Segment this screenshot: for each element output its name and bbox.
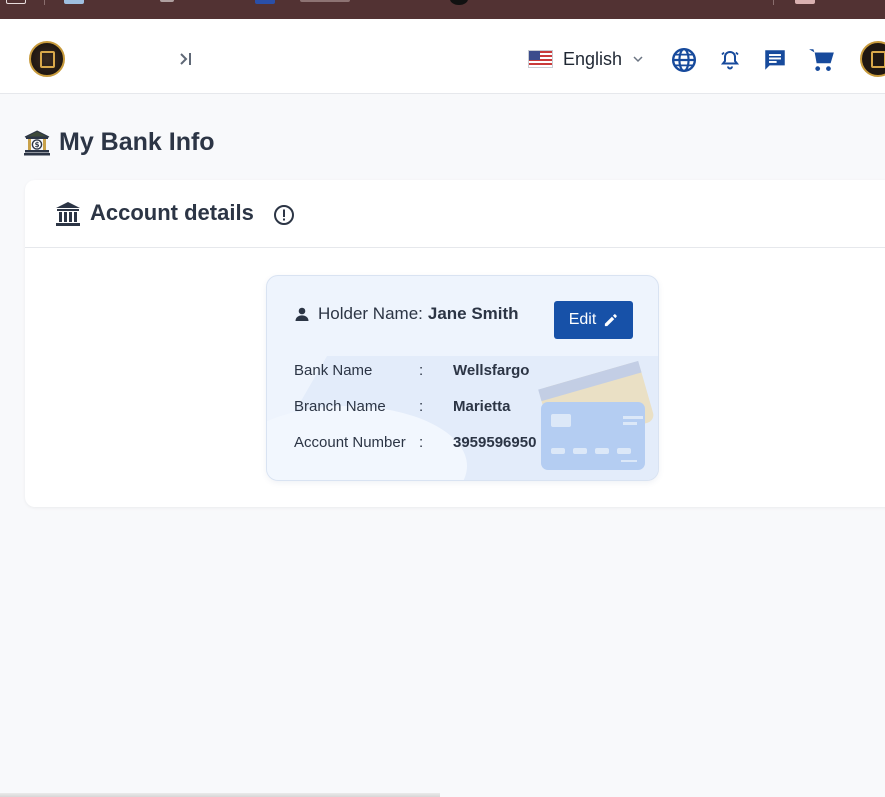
holder-name: Holder Name: Jane Smith [295,304,519,324]
bookmark-favicon[interactable] [64,0,84,4]
bank-building-icon: $ [24,129,50,155]
holder-name-label: Holder Name: [318,304,423,323]
bookmark-favicon[interactable] [160,0,174,2]
bookmark-separator [773,0,774,5]
bookmark-apps-icon[interactable] [6,0,26,4]
bank-info-card: Holder Name: Jane Smith Edit Bank Name :… [266,275,659,481]
panel-title: Account details [90,200,254,225]
bookmark-favicon[interactable] [255,0,275,4]
us-flag-icon [528,50,553,68]
svg-text:$: $ [35,141,40,149]
holder-name-value: Jane Smith [427,304,519,323]
collapse-sidebar-icon[interactable] [177,50,195,68]
avatar[interactable] [860,41,885,77]
globe-icon[interactable] [671,47,697,73]
horizontal-scrollbar[interactable] [0,793,440,797]
user-icon [295,307,309,321]
bookmarks-bar [0,0,885,19]
info-icon[interactable] [273,204,295,226]
credit-card-illustration [538,360,654,470]
bookmark-favicon[interactable] [795,0,815,4]
bookmark-favicon[interactable] [450,0,468,5]
brand-logo[interactable] [29,41,65,77]
account-details-panel: Account details Holder Name: Jane Smith … [25,180,885,507]
cart-icon[interactable] [808,47,836,73]
page-title-text: My Bank Info [59,128,215,156]
bookmark-favicon[interactable] [300,0,350,2]
row-value: Marietta [453,398,511,415]
panel-header: Account details [25,180,885,248]
pencil-icon [605,313,618,326]
edit-button[interactable]: Edit [554,301,633,339]
row-separator: : [419,434,424,451]
row-value: Wellsfargo [453,362,530,379]
row-label: Bank Name [294,362,373,379]
bookmark-separator [44,0,45,5]
logo-emblem [40,51,55,68]
row-label: Branch Name [294,398,386,415]
language-label: English [563,48,623,69]
page-title: $ My Bank Info [23,128,215,157]
row-label: Account Number [294,434,406,451]
chat-icon[interactable] [762,47,788,73]
row-separator: : [419,362,424,379]
bank-icon [56,202,80,226]
edit-button-label: Edit [568,311,597,328]
row-separator: : [419,398,424,415]
avatar-emblem [871,51,885,68]
language-selector[interactable]: English [528,47,644,71]
bell-icon[interactable] [718,47,742,73]
chevron-down-icon [633,56,643,63]
row-value: 3959596950 [453,434,537,451]
top-header: English [0,19,885,94]
